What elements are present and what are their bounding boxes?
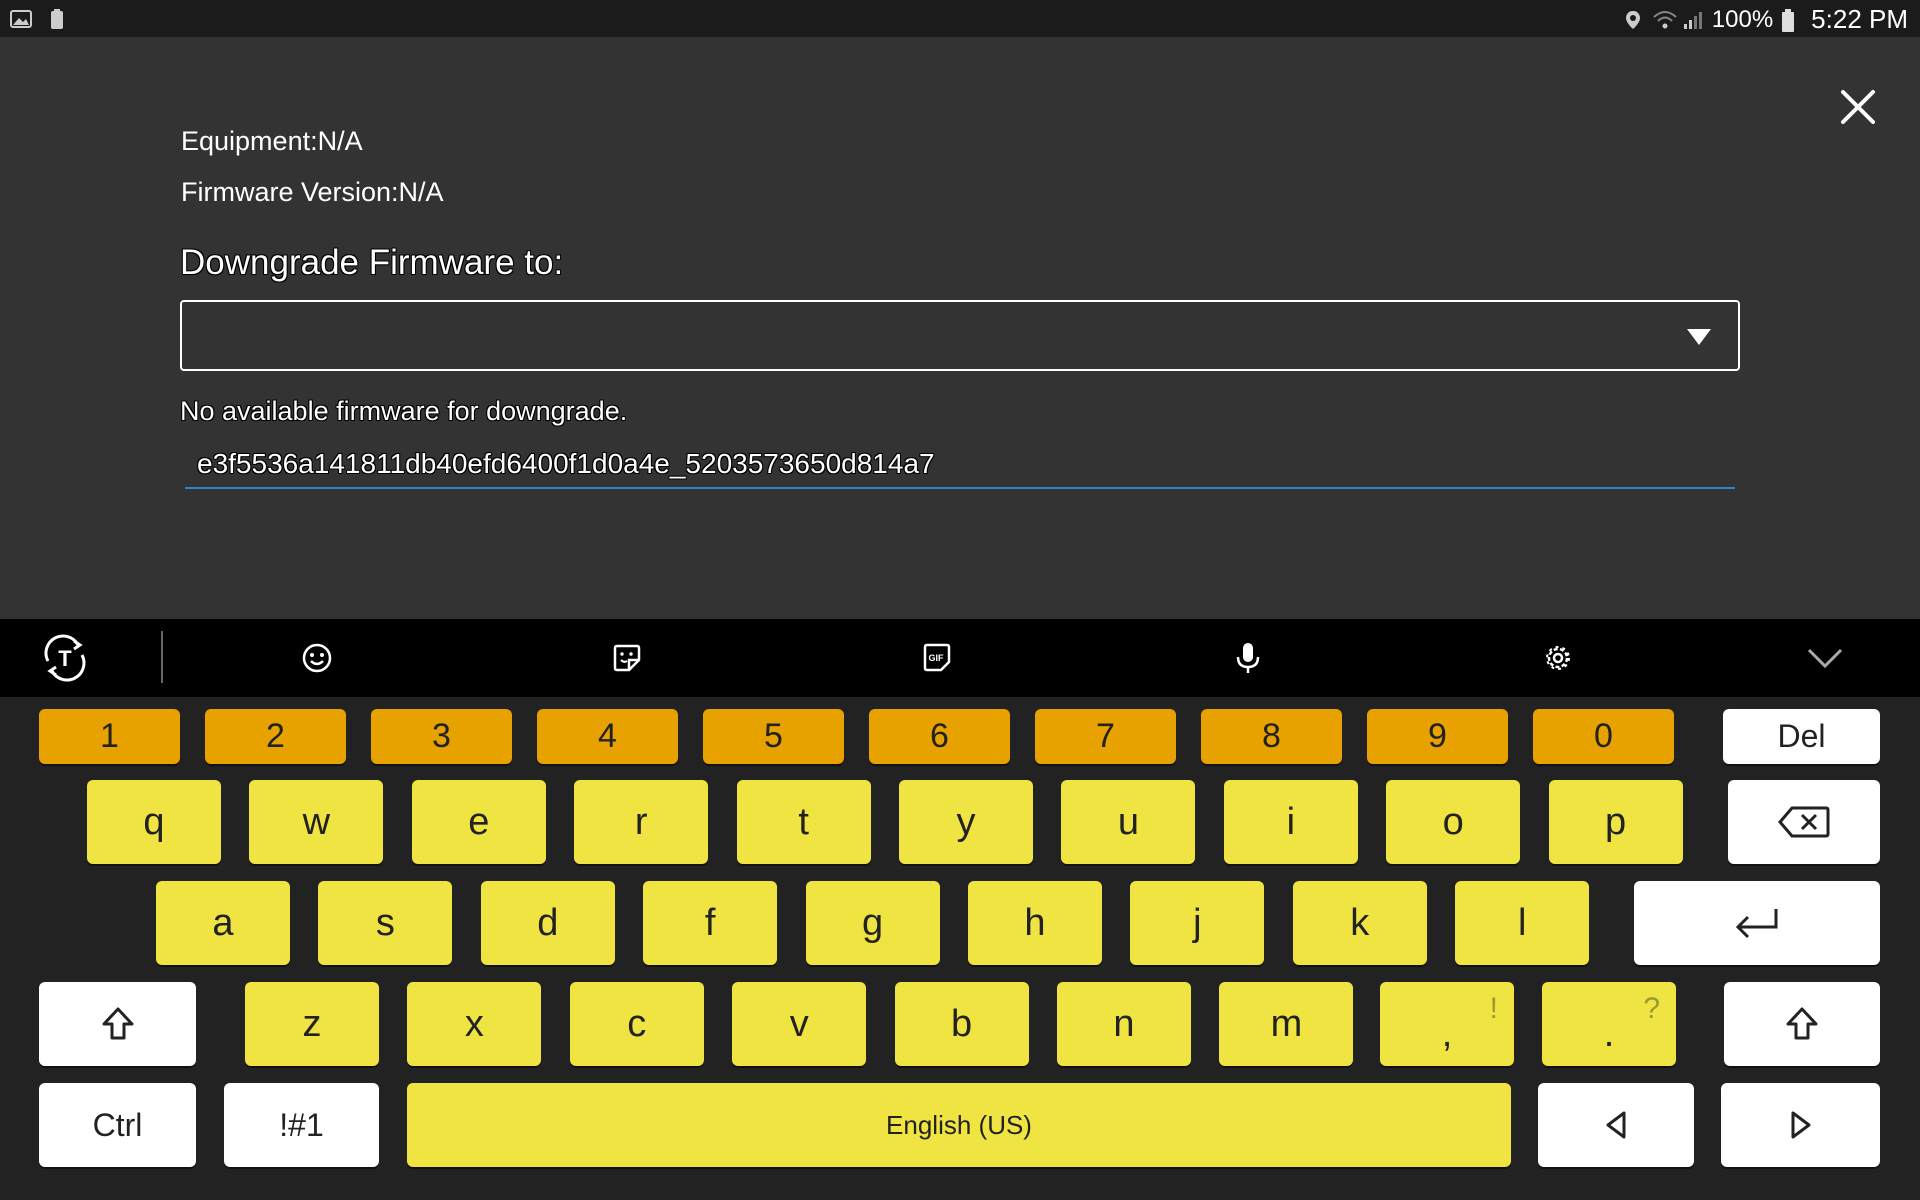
- shift-key-left[interactable]: [39, 982, 196, 1066]
- equipment-label: Equipment:N/A: [181, 126, 363, 156]
- sticker-button[interactable]: [597, 619, 657, 697]
- letter-key-q[interactable]: q: [87, 780, 221, 864]
- letter-key-z[interactable]: z: [245, 982, 379, 1066]
- chevron-down-icon: [1807, 648, 1843, 669]
- comma-key[interactable]: , !: [1380, 982, 1514, 1066]
- arrow-right-icon: [1791, 1111, 1810, 1139]
- del-key[interactable]: Del: [1723, 709, 1880, 764]
- letter-key-v[interactable]: v: [732, 982, 867, 1066]
- letter-key-w[interactable]: w: [249, 780, 384, 864]
- firmware-downgrade-dialog: Equipment:N/A Firmware Version:N/A Downg…: [0, 37, 1920, 619]
- voice-input-button[interactable]: [1218, 619, 1278, 697]
- keyboard-settings-button[interactable]: [1528, 619, 1588, 697]
- firmware-version-label: Firmware Version:N/A: [181, 177, 444, 207]
- toolbar-divider: [161, 631, 163, 683]
- sticker-icon: [613, 644, 641, 672]
- symbols-key[interactable]: !#1: [224, 1083, 379, 1167]
- number-key-1[interactable]: 1: [39, 709, 180, 764]
- letter-key-a[interactable]: a: [156, 881, 290, 965]
- period-key-label: .: [1603, 1012, 1615, 1055]
- shift-icon: [102, 1007, 133, 1040]
- emoji-icon: [302, 643, 332, 673]
- comma-key-label: ,: [1441, 1012, 1453, 1055]
- wifi-icon: [1652, 9, 1677, 31]
- letter-key-f[interactable]: f: [643, 881, 778, 965]
- gallery-icon: [10, 8, 32, 30]
- number-key-7[interactable]: 7: [1035, 709, 1176, 764]
- letter-key-n[interactable]: n: [1057, 982, 1191, 1066]
- letter-key-i[interactable]: i: [1223, 780, 1358, 864]
- emoji-button[interactable]: [287, 619, 347, 697]
- letter-key-t[interactable]: t: [736, 780, 871, 864]
- keyboard: 1234567890 Del qwertyuiop asdfghjkl zxcv…: [0, 697, 1920, 1200]
- letter-key-p[interactable]: p: [1548, 780, 1683, 864]
- number-key-0[interactable]: 0: [1533, 709, 1674, 764]
- close-button[interactable]: [1838, 87, 1878, 127]
- battery-percent: 100%: [1711, 5, 1774, 33]
- shift-icon: [1786, 1007, 1818, 1040]
- no-firmware-message: No available firmware for downgrade.: [180, 396, 628, 426]
- firmware-select[interactable]: [180, 300, 1740, 371]
- number-key-2[interactable]: 2: [205, 709, 346, 764]
- status-bar: 100% 5:22 PM: [0, 0, 1920, 37]
- letter-key-m[interactable]: m: [1219, 982, 1354, 1066]
- text-mode-icon: T: [44, 634, 86, 682]
- letter-key-s[interactable]: s: [318, 881, 453, 965]
- letter-key-y[interactable]: y: [899, 780, 1033, 864]
- letter-key-d[interactable]: d: [480, 881, 615, 965]
- period-key-alt: ?: [1643, 992, 1660, 1025]
- battery-icon: [1781, 8, 1803, 32]
- enter-icon: [1735, 909, 1778, 939]
- number-key-6[interactable]: 6: [869, 709, 1010, 764]
- dropdown-arrow-icon: [1687, 329, 1711, 345]
- backspace-key[interactable]: [1728, 780, 1880, 864]
- text-mode-button[interactable]: T: [30, 619, 100, 697]
- hide-keyboard-button[interactable]: [1795, 619, 1855, 697]
- gif-button[interactable]: GIF: [907, 619, 967, 697]
- letter-key-k[interactable]: k: [1292, 881, 1427, 965]
- gif-icon: GIF: [923, 643, 951, 672]
- letter-key-o[interactable]: o: [1386, 780, 1521, 864]
- ctrl-key[interactable]: Ctrl: [39, 1083, 196, 1167]
- location-icon: [1622, 9, 1644, 31]
- arrow-left-icon: [1606, 1111, 1626, 1139]
- number-key-8[interactable]: 8: [1201, 709, 1342, 764]
- backspace-icon: [1778, 806, 1830, 838]
- letter-key-u[interactable]: u: [1061, 780, 1196, 864]
- svg-text:T: T: [58, 646, 72, 671]
- shift-key-right[interactable]: [1724, 982, 1880, 1066]
- letter-key-r[interactable]: r: [574, 780, 709, 864]
- keyboard-toolbar: T GIF: [0, 619, 1920, 697]
- firmware-code-input[interactable]: [185, 440, 1735, 489]
- number-key-3[interactable]: 3: [371, 709, 512, 764]
- close-icon: [1841, 90, 1875, 124]
- letter-key-g[interactable]: g: [805, 881, 940, 965]
- enter-key[interactable]: [1634, 881, 1880, 965]
- comma-key-alt: !: [1489, 992, 1498, 1025]
- letter-key-b[interactable]: b: [894, 982, 1029, 1066]
- svg-text:GIF: GIF: [929, 653, 945, 663]
- letter-key-x[interactable]: x: [407, 982, 542, 1066]
- cursor-left-key[interactable]: [1538, 1083, 1694, 1167]
- settings-icon: [1546, 646, 1570, 670]
- space-key[interactable]: English (US): [407, 1083, 1511, 1167]
- number-key-4[interactable]: 4: [537, 709, 678, 764]
- battery-saver-icon: [46, 8, 68, 30]
- clock: 5:22 PM: [1811, 4, 1908, 34]
- letter-key-e[interactable]: e: [411, 780, 546, 864]
- period-key[interactable]: . ?: [1542, 982, 1676, 1066]
- letter-key-l[interactable]: l: [1455, 881, 1590, 965]
- letter-key-h[interactable]: h: [968, 881, 1102, 965]
- cursor-right-key[interactable]: [1721, 1083, 1880, 1167]
- number-key-5[interactable]: 5: [703, 709, 844, 764]
- letter-key-c[interactable]: c: [569, 982, 704, 1066]
- letter-key-j[interactable]: j: [1130, 881, 1265, 965]
- signal-icon: [1682, 9, 1704, 31]
- number-key-9[interactable]: 9: [1367, 709, 1508, 764]
- downgrade-heading: Downgrade Firmware to:: [180, 243, 564, 282]
- microphone-icon: [1236, 643, 1260, 673]
